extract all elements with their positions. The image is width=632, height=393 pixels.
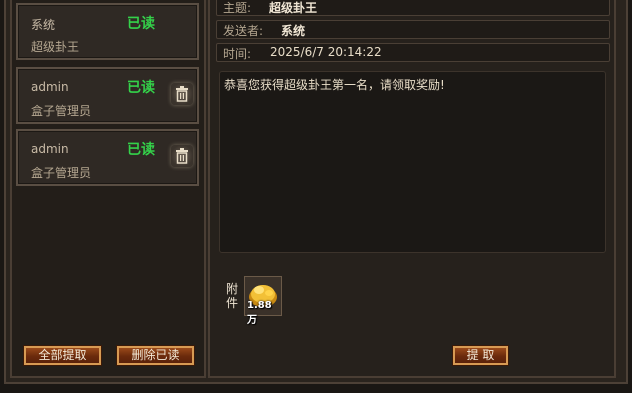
mail-sender: 系统 [31, 18, 56, 32]
attachment-count: 1.88万 [247, 300, 272, 326]
claim-all-button[interactable]: 全部提取 [24, 346, 101, 365]
time-value: 2025/6/7 20:14:22 [270, 45, 382, 59]
mail-read-status: 已读 [127, 80, 155, 96]
time-row: 时间: 2025/6/7 20:14:22 [216, 43, 610, 62]
mail-item-1[interactable]: 系统 已读 超级卦王 [16, 3, 199, 60]
mail-subject: 盒子管理员 [31, 104, 92, 118]
mail-sender: admin [31, 142, 69, 156]
mail-body: 恭喜您获得超级卦王第一名，请领取奖励! [219, 71, 606, 253]
delete-read-button[interactable]: 删除已读 [117, 346, 194, 365]
mail-read-status: 已读 [127, 142, 155, 158]
mail-body-text: 恭喜您获得超级卦王第一名，请领取奖励! [224, 78, 445, 92]
sender-value: 系统 [281, 24, 306, 38]
attachment-label: 附件 [226, 282, 239, 310]
time-label: 时间: [223, 47, 252, 61]
mail-subject: 盒子管理员 [31, 166, 92, 180]
subject-label: 主题: [223, 1, 252, 15]
mail-read-status: 已读 [127, 16, 155, 32]
trash-icon[interactable] [171, 83, 193, 105]
subject-row: 主题: 超级卦王 [216, 0, 610, 16]
sender-label: 发送者: [223, 24, 264, 38]
mail-item-2[interactable]: admin 已读 盒子管理员 [16, 67, 199, 124]
trash-icon[interactable] [171, 145, 193, 167]
mail-item-3[interactable]: admin 已读 盒子管理员 [16, 129, 199, 186]
sender-row: 发送者: 系统 [216, 20, 610, 39]
subject-value: 超级卦王 [269, 1, 318, 15]
attachment-slot[interactable]: 1.88万 [244, 276, 282, 326]
mail-subject: 超级卦王 [31, 40, 80, 54]
claim-button[interactable]: 提 取 [453, 346, 508, 365]
mail-sender: admin [31, 80, 69, 94]
